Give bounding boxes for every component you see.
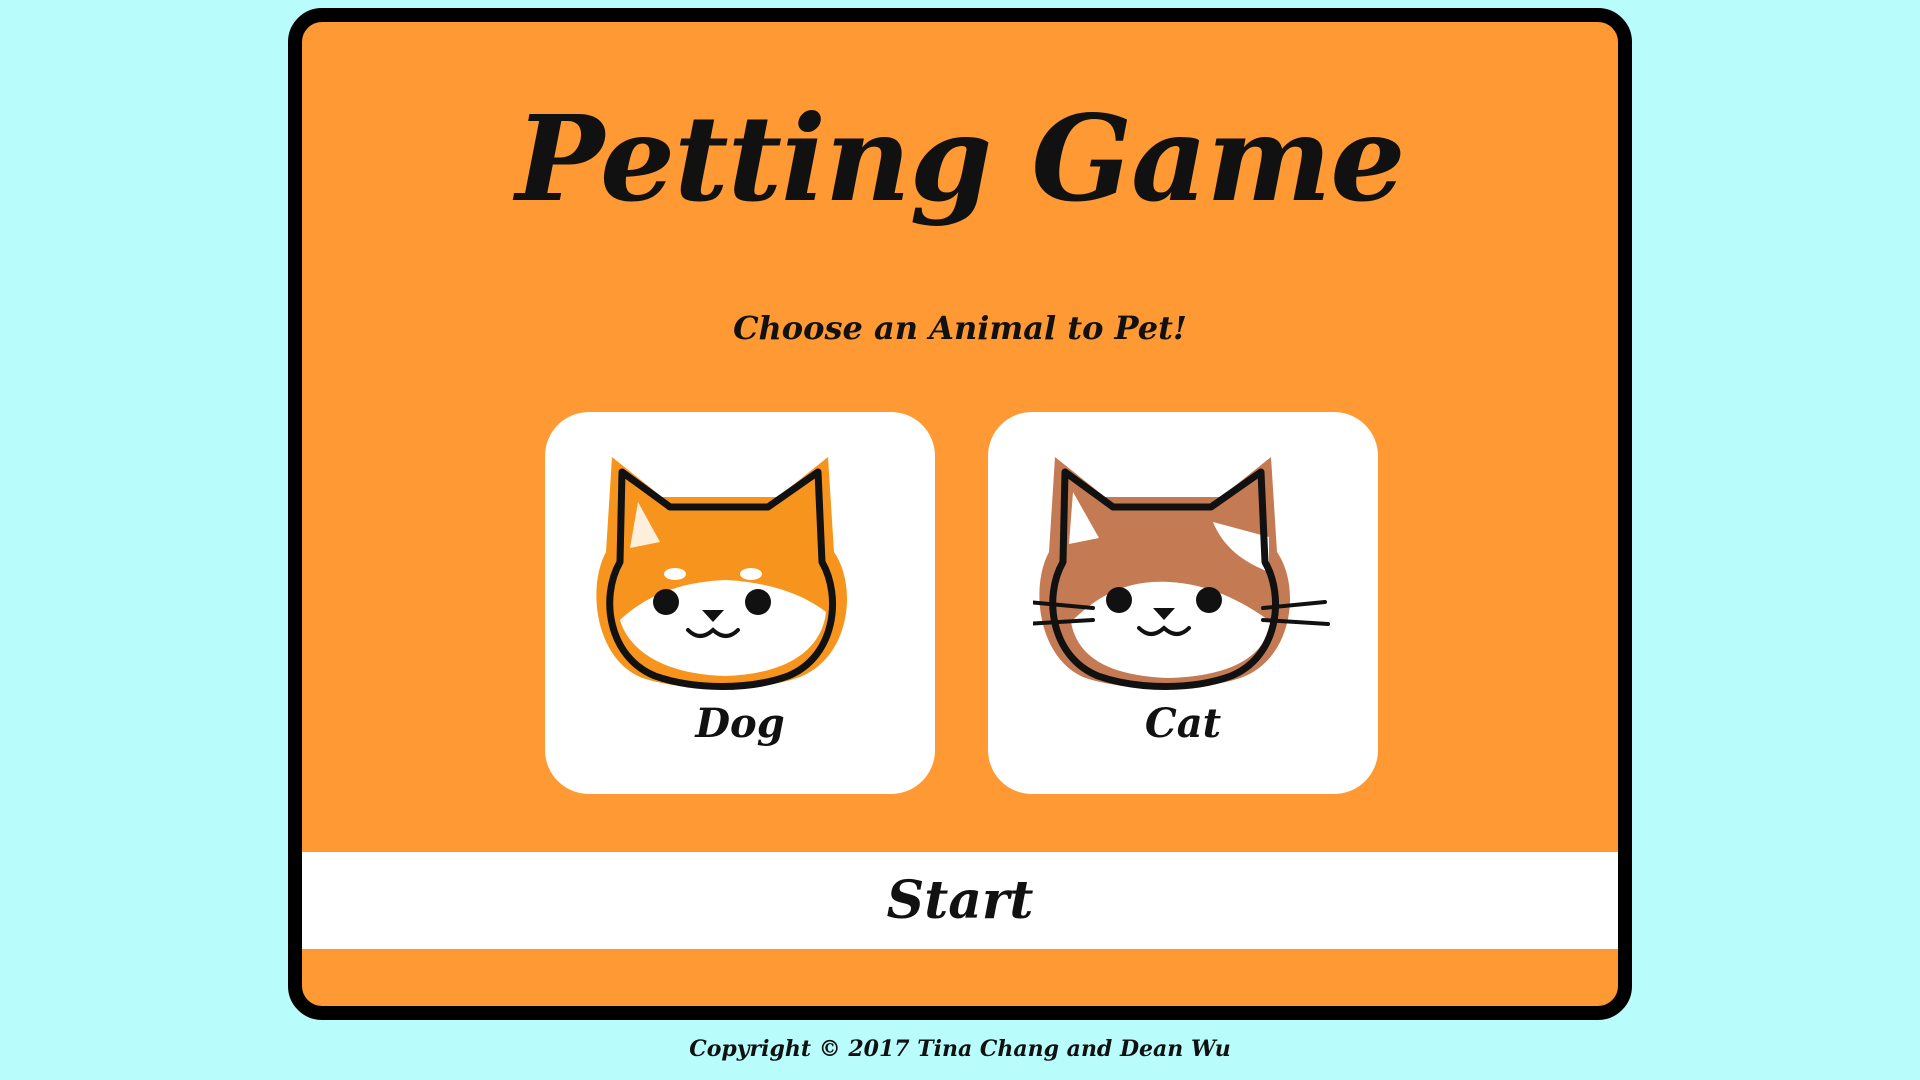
page-title: Petting Game [515,89,1405,228]
cat-choice-card[interactable]: Cat [988,412,1378,794]
shiba-dog-face-icon [596,457,848,690]
start-button[interactable]: Start [302,852,1618,949]
game-panel: Petting Game Choose an Animal to Pet! Do… [288,8,1632,1020]
dog-choice-card[interactable]: Dog [545,412,935,794]
cat-label: Cat [1144,700,1222,747]
page-subtitle: Choose an Animal to Pet! [733,309,1187,347]
dog-label: Dog [695,700,785,747]
cat-face-icon [1033,457,1330,690]
copyright-footer: Copyright © 2017 Tina Chang and Dean Wu [689,1036,1231,1062]
